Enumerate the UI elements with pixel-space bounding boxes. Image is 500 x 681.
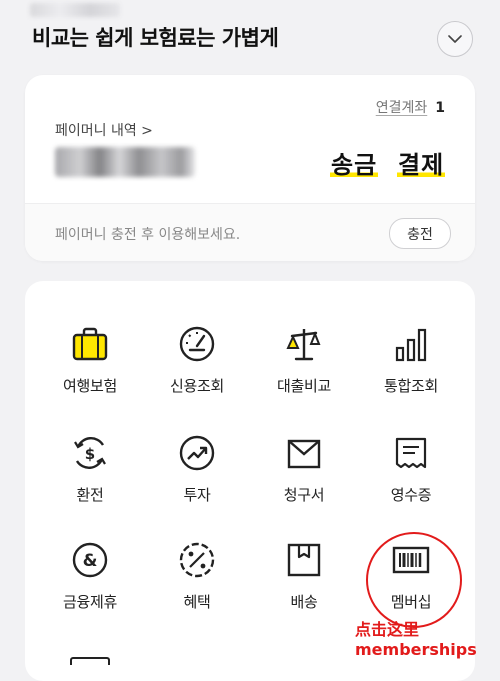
chevron-down-icon xyxy=(448,34,462,43)
annotation-line-1: 点击这里 xyxy=(355,620,420,639)
service-exchange[interactable]: $ 환전 xyxy=(35,433,145,505)
service-loan-compare[interactable]: 대출비교 xyxy=(249,324,359,396)
scale-icon xyxy=(286,329,321,361)
receipt-icon xyxy=(395,437,427,469)
linked-account-count: 1 xyxy=(435,100,445,116)
service-label: 금융제휴 xyxy=(62,593,117,611)
service-label: 여행보험 xyxy=(62,377,117,395)
annotation-note: 点击这里 memberships xyxy=(355,620,477,660)
service-benefits[interactable]: 혜택 xyxy=(142,540,252,612)
pay-money-history-link[interactable]: 페이머니 내역 > xyxy=(55,120,153,140)
service-receipts[interactable]: 영수증 xyxy=(356,433,466,505)
charge-hint-text: 페이머니 충전 후 이용해보세요. xyxy=(55,227,241,243)
svg-text:&: & xyxy=(83,551,98,571)
pay-money-card: 연결계좌 1 페이머니 내역 > 송금 결제 페이머니 충전 후 이용해보세요. … xyxy=(25,75,475,261)
promo-headline[interactable]: 비교는 쉽게 보험료는 가볍게 xyxy=(32,22,279,52)
service-label: 투자 xyxy=(183,486,211,504)
svg-text:$: $ xyxy=(85,445,95,463)
service-travel-insurance[interactable]: 여행보험 xyxy=(35,324,145,396)
percent-badge-icon xyxy=(179,542,215,578)
expand-button[interactable] xyxy=(437,21,473,57)
trend-up-icon xyxy=(179,435,215,471)
linked-account-label: 연결계좌 xyxy=(375,100,428,116)
annotation-circle xyxy=(366,532,462,628)
service-label: 혜택 xyxy=(183,593,211,611)
service-label: 청구서 xyxy=(283,486,325,504)
next-row-icon-partial xyxy=(70,657,110,665)
charge-button[interactable]: 충전 xyxy=(389,218,451,249)
linked-account[interactable]: 연결계좌 1 xyxy=(376,97,445,117)
blurred-status-text xyxy=(30,3,120,17)
balance-blurred xyxy=(55,147,195,177)
ampersand-icon: & xyxy=(72,542,108,578)
bar-chart-icon xyxy=(395,328,427,362)
gauge-icon xyxy=(179,326,215,362)
annotation-line-2: memberships xyxy=(355,640,477,659)
envelope-icon xyxy=(287,439,321,469)
service-credit-check[interactable]: 신용조회 xyxy=(142,324,252,396)
dollar-exchange-icon: $ xyxy=(74,437,106,469)
service-bills[interactable]: 청구서 xyxy=(249,433,359,505)
service-label: 영수증 xyxy=(390,486,432,504)
suitcase-icon xyxy=(72,327,108,361)
service-integrated-view[interactable]: 통합조회 xyxy=(356,324,466,396)
service-invest[interactable]: 투자 xyxy=(142,433,252,505)
service-delivery[interactable]: 배송 xyxy=(249,540,359,612)
send-button[interactable]: 송금 xyxy=(330,145,379,180)
top-header: 비교는 쉽게 보험료는 가볍게 xyxy=(0,0,500,70)
pay-button[interactable]: 결제 xyxy=(397,145,446,180)
service-label: 환전 xyxy=(76,486,104,504)
service-label: 통합조회 xyxy=(383,377,438,395)
service-label: 대출비교 xyxy=(276,377,331,395)
service-finance-partner[interactable]: & 금융제휴 xyxy=(35,540,145,612)
service-label: 신용조회 xyxy=(169,377,224,395)
service-label: 배송 xyxy=(290,593,318,611)
box-icon xyxy=(287,543,321,577)
